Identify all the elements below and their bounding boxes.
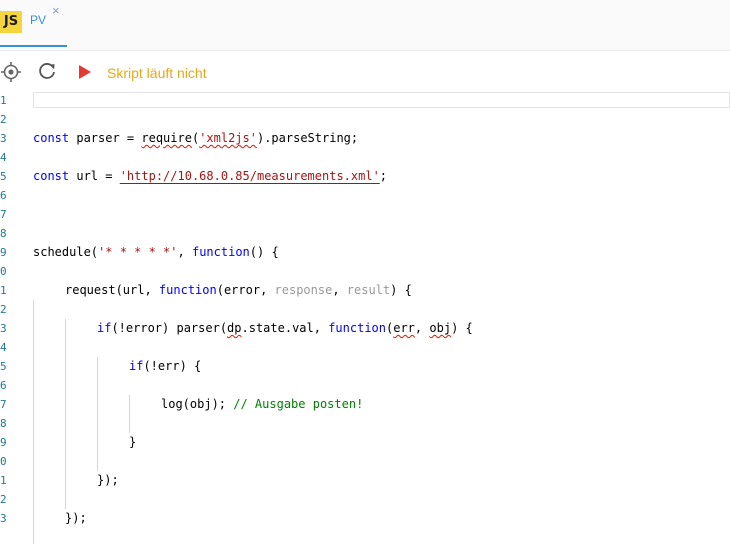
code-line-9: schedule('* * * * *', function() { <box>33 243 279 262</box>
line-number: 1 <box>0 94 7 107</box>
code-text: (error, <box>216 283 275 297</box>
indent-guide <box>97 357 98 471</box>
line-number: 9 <box>0 246 7 259</box>
code-text: , <box>414 321 430 335</box>
code-line-19: } <box>129 433 136 452</box>
code-text: ; <box>379 169 388 183</box>
code-line-11: request(url, function(error, response, r… <box>65 281 412 300</box>
code-text: (!error) parser( <box>111 321 228 335</box>
tab-bar: JS PV × <box>0 0 730 51</box>
string-literal: 'xml2js' <box>199 131 257 145</box>
line-number: 2 <box>0 303 7 316</box>
code-text: require <box>141 131 192 145</box>
tab-label: PV <box>30 13 47 27</box>
line-number: 7 <box>0 208 7 221</box>
code-text: request(url, <box>65 283 159 297</box>
line-number: 4 <box>0 151 7 164</box>
script-status-text: Skript läuft nicht <box>107 65 207 81</box>
unused-parameter: response <box>274 283 333 297</box>
unused-parameter: result <box>346 283 391 297</box>
code-text: ) { <box>390 283 412 297</box>
line-number: 5 <box>0 360 7 373</box>
current-line-highlight <box>33 92 730 108</box>
code-line-23: }); <box>65 509 87 528</box>
code-comment: // Ausgabe posten! <box>233 397 364 411</box>
code-text: }); <box>65 511 87 525</box>
indent-guide <box>33 300 34 544</box>
code-text: , <box>177 245 192 259</box>
code-text: () { <box>249 245 279 259</box>
line-number: 0 <box>0 265 7 278</box>
code-text: url = <box>69 169 120 183</box>
line-number: 6 <box>0 189 7 202</box>
line-number: 2 <box>0 493 7 506</box>
code-line-3: const parser = require('xml2js').parseSt… <box>33 129 358 148</box>
line-number: 1 <box>0 474 7 487</box>
code-text: .state.val, <box>241 321 329 335</box>
line-number-gutter: 1 2 3 4 5 6 7 8 9 0 1 2 3 4 5 6 7 8 9 0 … <box>0 91 20 544</box>
code-text: , <box>332 283 347 297</box>
code-text: ).parseString; <box>256 131 359 145</box>
javascript-file-icon: JS <box>0 11 22 33</box>
line-number: 1 <box>0 284 7 297</box>
url-string-literal[interactable]: 'http://10.68.0.85/measurements.xml' <box>120 169 380 183</box>
tab-close-icon[interactable]: × <box>52 3 60 18</box>
run-icon[interactable] <box>74 61 96 83</box>
keyword: function <box>158 283 217 297</box>
tab-pv[interactable]: JS PV × <box>0 0 67 47</box>
code-text: (!err) { <box>143 359 202 373</box>
keyword: const <box>33 169 70 183</box>
code-text: log(obj); <box>161 397 234 411</box>
code-line-13: if(!error) parser(dp.state.val, function… <box>97 319 473 338</box>
line-number: 8 <box>0 417 7 430</box>
keyword: function <box>328 321 386 335</box>
code-line-17: log(obj); // Ausgabe posten! <box>161 395 363 414</box>
code-text: parser = <box>69 131 142 145</box>
code-text: }); <box>97 473 119 487</box>
indent-guide <box>129 395 130 433</box>
code-text: err <box>393 321 415 335</box>
line-number: 9 <box>0 436 7 449</box>
keyword: const <box>33 131 70 145</box>
line-number: 4 <box>0 341 7 354</box>
code-line-21: }); <box>97 471 119 490</box>
line-number: 8 <box>0 227 7 240</box>
target-icon[interactable] <box>0 61 22 83</box>
line-number: 5 <box>0 170 7 183</box>
line-number: 3 <box>0 512 7 525</box>
keyword: if <box>97 321 112 335</box>
code-text: } <box>129 435 137 449</box>
line-number: 3 <box>0 132 7 145</box>
line-number: 2 <box>0 113 7 126</box>
code-text: ) { <box>451 321 473 335</box>
line-number: 6 <box>0 379 7 392</box>
script-toolbar: Skript läuft nicht <box>0 51 730 91</box>
code-line-5: const url = 'http://10.68.0.85/measureme… <box>33 167 387 186</box>
string-literal: '* * * * *' <box>98 245 178 259</box>
line-number: 3 <box>0 322 7 335</box>
code-line-15: if(!err) { <box>129 357 201 376</box>
indent-guide <box>65 319 66 509</box>
line-number: 7 <box>0 398 7 411</box>
keyword: function <box>191 245 250 259</box>
code-editor[interactable]: 1 2 3 4 5 6 7 8 9 0 1 2 3 4 5 6 7 8 9 0 … <box>0 91 730 544</box>
line-number: 0 <box>0 455 7 468</box>
reload-icon[interactable] <box>36 61 58 83</box>
code-text: dp <box>227 321 242 335</box>
code-text: obj <box>429 321 452 335</box>
code-text: schedule( <box>33 245 99 259</box>
keyword: if <box>129 359 144 373</box>
